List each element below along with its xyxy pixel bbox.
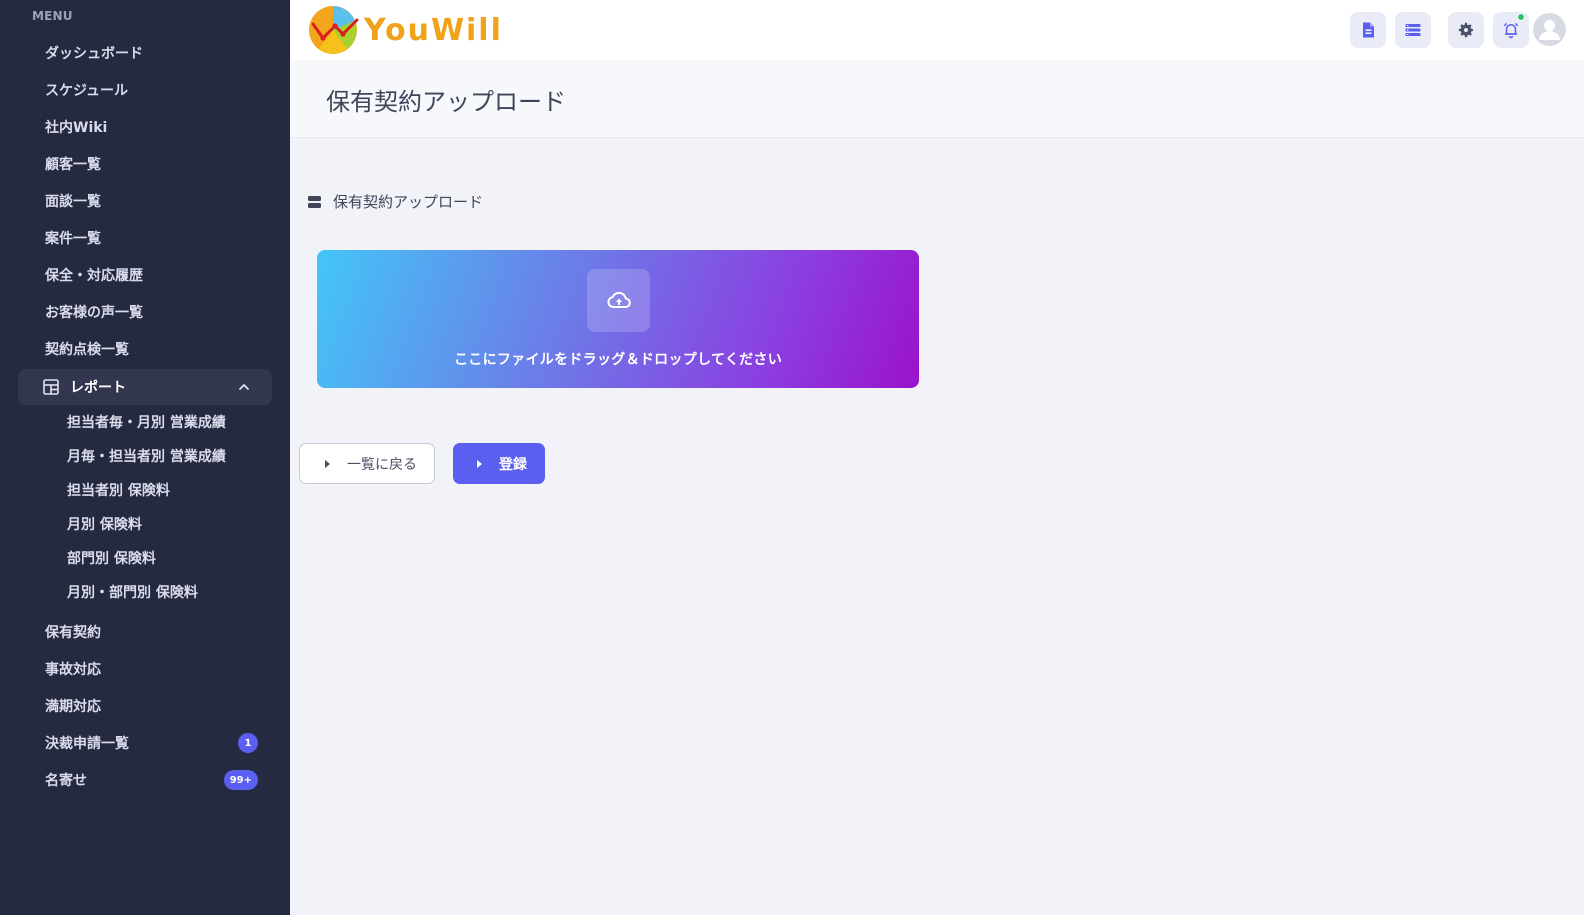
sidebar-item-wiki[interactable]: 社内Wiki xyxy=(0,108,290,145)
sidebar-item-maintenance-history[interactable]: 保全・対応履歴 xyxy=(0,256,290,293)
sidebar-item-schedule[interactable]: スケジュール xyxy=(0,71,290,108)
menu-header: MENU xyxy=(32,9,73,23)
chevron-up-icon[interactable] xyxy=(236,379,252,395)
list-button[interactable] xyxy=(1395,12,1431,48)
caret-right-icon xyxy=(325,459,330,468)
report-submenu: 担当者毎・月別 営業成績 月毎・担当者別 営業成績 担当者別 保険料 月別 保険… xyxy=(0,405,290,613)
upload-button[interactable] xyxy=(587,269,650,332)
sidebar-item-dashboard[interactable]: ダッシュボード xyxy=(0,34,290,71)
notifications-button[interactable] xyxy=(1493,12,1529,48)
back-to-list-label: 一覧に戻る xyxy=(347,456,417,473)
approvals-count-badge: 1 xyxy=(238,733,258,753)
document-button[interactable] xyxy=(1350,12,1386,48)
gear-icon xyxy=(1458,22,1473,38)
sidebar-subitem-premium-monthly[interactable]: 月別 保険料 xyxy=(0,507,290,541)
sidebar-item-maturity[interactable]: 満期対応 xyxy=(0,687,290,724)
sidebar-item-name-merge-label: 名寄せ xyxy=(45,772,87,789)
sidebar-group-report[interactable]: レポート xyxy=(18,369,272,405)
register-button[interactable]: 登録 xyxy=(453,443,545,484)
sidebar-item-customers[interactable]: 顧客一覧 xyxy=(0,145,290,182)
top-bar: YouWill xyxy=(290,0,1584,60)
sidebar: MENU ダッシュボード スケジュール 社内Wiki 顧客一覧 面談一覧 案件一… xyxy=(0,0,290,915)
page-title: 保有契約アップロード xyxy=(326,88,566,116)
sidebar-item-name-merge[interactable]: 名寄せ 99+ xyxy=(0,761,290,798)
section-title: 保有契約アップロード xyxy=(333,193,484,211)
logo[interactable]: YouWill xyxy=(307,4,503,56)
name-merge-count-badge: 99+ xyxy=(223,770,258,790)
document-icon xyxy=(1363,22,1374,38)
bell-icon xyxy=(1503,22,1519,39)
sidebar-item-approvals-label: 決裁申請一覧 xyxy=(45,735,129,752)
sidebar-item-contract-check[interactable]: 契約点検一覧 xyxy=(0,330,290,367)
file-dropzone[interactable]: ここにファイルをドラッグ＆ドロップしてください xyxy=(317,250,919,388)
sidebar-item-approvals[interactable]: 決裁申請一覧 1 xyxy=(0,724,290,761)
notification-status-dot xyxy=(1517,13,1525,21)
register-label: 登録 xyxy=(499,456,527,473)
list-icon xyxy=(1405,24,1421,36)
sidebar-item-customer-voice[interactable]: お客様の声一覧 xyxy=(0,293,290,330)
sidebar-item-holding-contracts[interactable]: 保有契約 xyxy=(0,613,290,650)
user-avatar-icon xyxy=(1539,20,1560,40)
sidebar-subitem-premium-by-rep[interactable]: 担当者別 保険料 xyxy=(0,473,290,507)
sidebar-item-meetings[interactable]: 面談一覧 xyxy=(0,182,290,219)
back-to-list-button[interactable]: 一覧に戻る xyxy=(299,443,435,484)
sidebar-subitem-sales-by-rep-monthly[interactable]: 担当者毎・月別 営業成績 xyxy=(0,405,290,439)
dropzone-instructions: ここにファイルをドラッグ＆ドロップしてください xyxy=(453,352,783,368)
sidebar-subitem-sales-monthly-by-rep[interactable]: 月毎・担当者別 営業成績 xyxy=(0,439,290,473)
sidebar-nav: ダッシュボード スケジュール 社内Wiki 顧客一覧 面談一覧 案件一覧 保全・… xyxy=(0,34,290,798)
cloud-upload-icon xyxy=(606,291,631,308)
logo-mark-icon xyxy=(309,6,359,54)
logo-text: YouWill xyxy=(364,12,503,48)
section-header: 保有契約アップロード xyxy=(308,191,483,212)
table-layout-icon xyxy=(43,379,59,395)
settings-button[interactable] xyxy=(1448,12,1484,48)
sidebar-subitem-premium-monthly-by-dept[interactable]: 月別・部門別 保険料 xyxy=(0,575,290,609)
sidebar-subitem-premium-by-dept[interactable]: 部門別 保険料 xyxy=(0,541,290,575)
server-stack-icon xyxy=(308,195,321,208)
caret-right-icon xyxy=(477,459,482,468)
sidebar-group-report-label: レポート xyxy=(70,380,126,396)
avatar[interactable] xyxy=(1533,13,1566,46)
page-title-band: 保有契約アップロード xyxy=(290,60,1584,138)
sidebar-item-deals[interactable]: 案件一覧 xyxy=(0,219,290,256)
sidebar-item-accidents[interactable]: 事故対応 xyxy=(0,650,290,687)
